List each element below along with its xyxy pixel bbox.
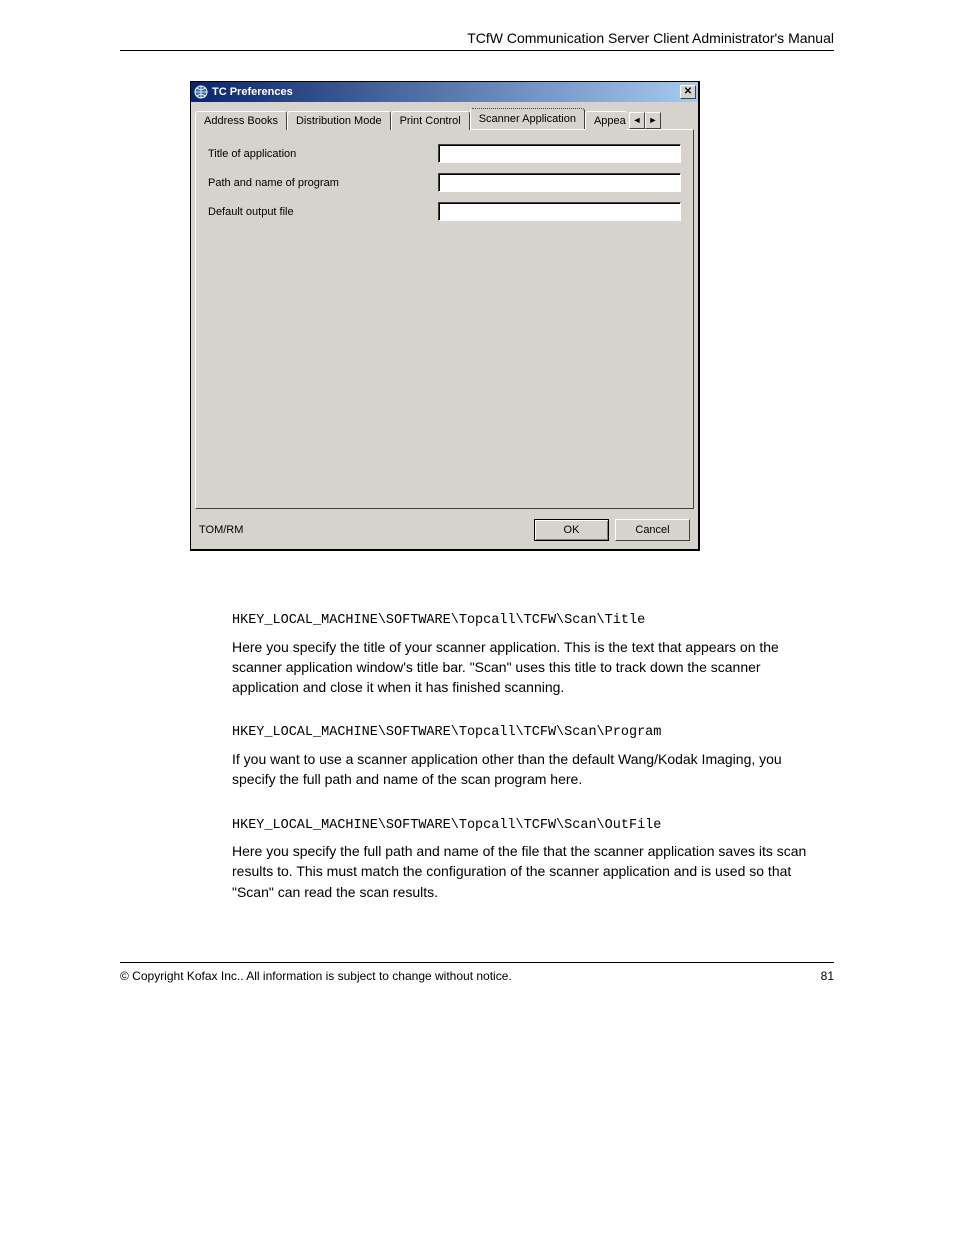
tab-address-books[interactable]: Address Books (195, 111, 287, 130)
title-of-application-input[interactable] (438, 144, 681, 163)
copyright: © Copyright Kofax Inc.. All information … (120, 969, 512, 983)
dialog-title: TC Preferences (212, 86, 680, 98)
chevron-right-icon: ► (648, 115, 657, 125)
body-text: HKEY_LOCAL_MACHINE\SOFTWARE\Topcall\TCFW… (232, 611, 814, 902)
footer-status: TOM/RM (199, 524, 528, 536)
page-header: TCfW Communication Server Client Adminis… (120, 30, 834, 51)
tab-scroll-right[interactable]: ► (645, 112, 661, 129)
path-name-of-program-input[interactable] (438, 173, 681, 192)
doc-title: TCfW Communication Server Client Adminis… (467, 30, 834, 46)
registry-path-program: HKEY_LOCAL_MACHINE\SOFTWARE\Topcall\TCFW… (232, 723, 814, 743)
page-footer: © Copyright Kofax Inc.. All information … (120, 962, 834, 983)
close-button[interactable]: ✕ (680, 85, 696, 99)
default-output-file-input[interactable] (438, 202, 681, 221)
cancel-button[interactable]: Cancel (615, 519, 690, 541)
desc-program: If you want to use a scanner application… (232, 749, 814, 790)
tab-distribution-mode[interactable]: Distribution Mode (287, 111, 391, 130)
default-output-file-label: Default output file (208, 206, 438, 218)
tab-appearance[interactable]: Appea (585, 111, 627, 130)
chevron-left-icon: ◄ (632, 115, 641, 125)
tab-scroll-left[interactable]: ◄ (629, 112, 645, 129)
app-icon (194, 85, 208, 99)
tab-strip: Address Books Distribution Mode Print Co… (191, 102, 698, 129)
desc-outfile: Here you specify the full path and name … (232, 841, 814, 902)
page-number: 81 (821, 969, 834, 983)
registry-path-title: HKEY_LOCAL_MACHINE\SOFTWARE\Topcall\TCFW… (232, 611, 814, 631)
dialog-footer: TOM/RM OK Cancel (191, 515, 698, 549)
tab-scanner-application[interactable]: Scanner Application (470, 108, 585, 129)
ok-button[interactable]: OK (534, 519, 609, 541)
dialog-titlebar: TC Preferences ✕ (191, 82, 698, 102)
tab-panel-scanner: Title of application Path and name of pr… (195, 129, 694, 509)
tab-print-control[interactable]: Print Control (391, 111, 470, 130)
title-of-application-label: Title of application (208, 148, 438, 160)
preferences-dialog: TC Preferences ✕ Address Books Distribut… (190, 81, 700, 551)
registry-path-outfile: HKEY_LOCAL_MACHINE\SOFTWARE\Topcall\TCFW… (232, 816, 814, 836)
close-icon: ✕ (684, 86, 692, 97)
path-name-of-program-label: Path and name of program (208, 177, 438, 189)
desc-title: Here you specify the title of your scann… (232, 637, 814, 698)
